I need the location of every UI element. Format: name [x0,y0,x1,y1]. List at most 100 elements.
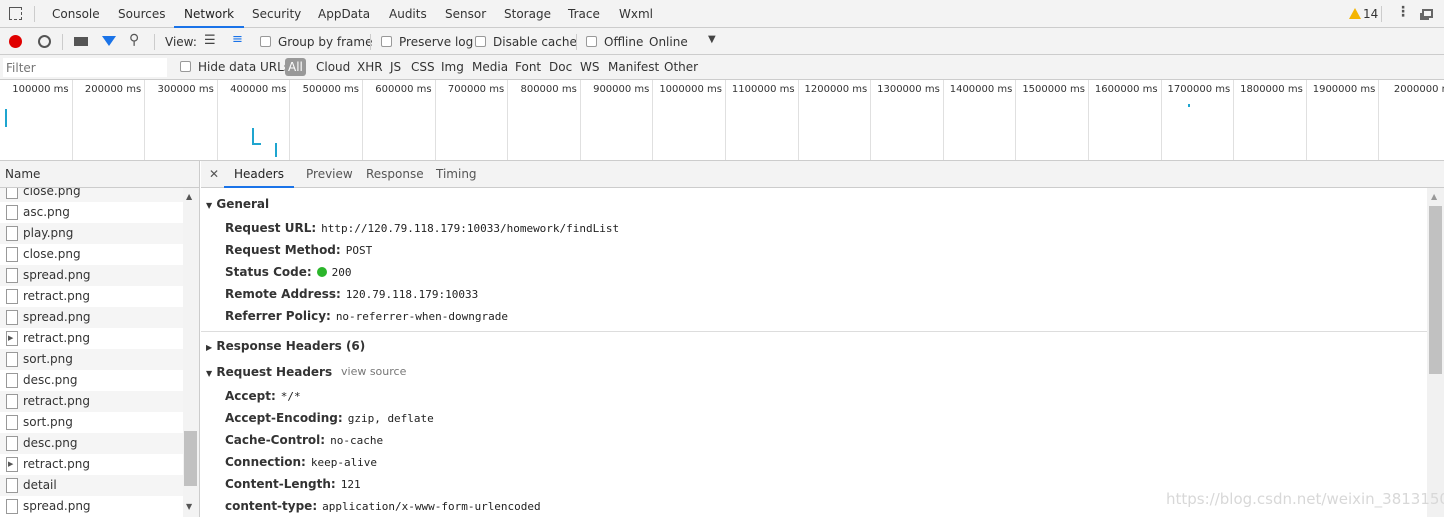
general-section-toggle[interactable]: ▼ General [206,197,269,211]
header-row: Remote Address: 120.79.118.179:10033 [225,287,478,301]
preserve-log-label: Preserve log [399,35,474,49]
type-filter-font[interactable]: Font [515,60,541,74]
timeline-tick-label: 1400000 ms [944,80,1017,160]
tab-storage[interactable]: Storage [504,0,551,28]
inspect-element-icon[interactable] [9,7,22,20]
timeline-tick-label: 1800000 ms [1234,80,1307,160]
large-rows-icon[interactable]: ☰ [204,33,216,48]
preserve-log-checkbox[interactable] [381,36,392,47]
list-scrollbar[interactable]: ▲ ▼ [183,188,199,517]
filter-input[interactable] [3,58,167,77]
request-row[interactable]: desc.png [0,433,183,454]
file-icon [6,436,18,451]
request-row[interactable]: sort.png [0,349,183,370]
divider [201,331,1427,332]
response-headers-toggle[interactable]: ▶ Response Headers (6) [206,339,365,353]
file-icon [6,310,18,325]
type-filter-doc[interactable]: Doc [549,60,572,74]
request-headers-title: Request Headers [216,365,333,379]
record-button[interactable] [9,35,22,48]
detail-tab-headers[interactable]: Headers [224,161,294,188]
header-key: Request Method: [225,243,341,257]
type-filter-manifest[interactable]: Manifest [608,60,659,74]
chevron-down-icon[interactable]: ▼ [708,34,716,45]
tab-security[interactable]: Security [252,0,301,28]
request-row[interactable]: asc.png [0,202,183,223]
detail-scrollbar[interactable]: ▲ [1427,188,1444,517]
type-filter-all[interactable]: All [285,58,306,76]
request-row[interactable]: spread.png [0,496,183,517]
request-detail: ✕ Headers Preview Response Timing ▼ General… [201,161,1444,517]
more-menu-icon[interactable]: ⋮ [1396,4,1410,20]
tab-sources[interactable]: Sources [118,0,165,28]
request-row[interactable]: ▶ retract.png [0,328,183,349]
type-filter-css[interactable]: CSS [411,60,435,74]
header-row: Referrer Policy: no-referrer-when-downgra… [225,309,508,323]
search-icon[interactable]: ⚲ [129,32,139,48]
filter-icon[interactable] [102,36,116,46]
hide-data-urls-checkbox[interactable] [180,61,191,72]
request-row[interactable]: spread.png [0,265,183,286]
warning-icon[interactable] [1349,8,1361,19]
network-overview-timeline[interactable]: 100000 ms 200000 ms 300000 ms 400000 ms 5000… [0,80,1444,161]
name-column-header[interactable]: Name [0,161,199,188]
header-key: Request URL: [225,221,317,235]
request-row[interactable]: close.png [0,188,183,202]
file-icon [6,499,18,514]
type-filter-cloud[interactable]: Cloud [316,60,350,74]
general-title: General [216,197,270,211]
view-source-link[interactable]: view source [341,365,406,378]
throttle-select[interactable]: Online [649,35,688,49]
tab-audits[interactable]: Audits [389,0,427,28]
offline-checkbox[interactable] [586,36,597,47]
detail-tab-response[interactable]: Response [356,161,434,188]
type-filter-xhr[interactable]: XHR [357,60,383,74]
undock-icon[interactable] [1422,9,1433,18]
request-name: play.png [23,226,74,240]
detail-tab-timing[interactable]: Timing [426,161,487,188]
request-row[interactable]: desc.png [0,370,183,391]
request-row[interactable]: retract.png [0,286,183,307]
close-detail-icon[interactable]: ✕ [209,161,219,188]
play-file-icon: ▶ [6,331,18,346]
screenshot-camera-icon[interactable] [74,37,88,46]
tab-console[interactable]: Console [52,0,100,28]
request-row[interactable]: spread.png [0,307,183,328]
type-filter-img[interactable]: Img [441,60,464,74]
detail-tab-preview[interactable]: Preview [296,161,363,188]
group-by-frame-checkbox[interactable] [260,36,271,47]
type-filter-ws[interactable]: WS [580,60,599,74]
request-row[interactable]: sort.png [0,412,183,433]
request-row[interactable]: detail [0,475,183,496]
header-value: no-cache [330,434,384,447]
file-icon [6,478,18,493]
request-name: close.png [23,188,81,198]
disable-cache-checkbox[interactable] [475,36,486,47]
waterfall-icon[interactable]: ≡ [232,32,243,47]
tab-network[interactable]: Network [174,0,245,28]
type-filter-other[interactable]: Other [664,60,698,74]
header-row: content-type: application/x-www-form-urle… [225,499,541,513]
request-row[interactable]: ▶ retract.png [0,454,183,475]
tab-wxml[interactable]: Wxml [619,0,653,28]
tab-sensor[interactable]: Sensor [445,0,486,28]
warning-count[interactable]: 14 [1363,7,1378,21]
scroll-thumb[interactable] [184,431,197,486]
file-icon [6,205,18,220]
header-row: Status Code: 200 [225,265,352,279]
timeline-tick-label: 600000 ms [363,80,436,160]
request-mark [5,109,7,127]
scroll-thumb[interactable] [1429,206,1442,374]
tab-trace[interactable]: Trace [568,0,600,28]
header-row: Request URL: http://120.79.118.179:10033/… [225,221,619,235]
tab-appdata[interactable]: AppData [318,0,370,28]
timeline-tick-label: 400000 ms [218,80,291,160]
clear-icon[interactable] [38,35,51,48]
type-filter-media[interactable]: Media [472,60,508,74]
request-row[interactable]: retract.png [0,391,183,412]
request-name: desc.png [23,373,78,387]
type-filter-js[interactable]: JS [390,60,401,74]
request-row[interactable]: play.png [0,223,183,244]
request-row[interactable]: close.png [0,244,183,265]
request-headers-toggle[interactable]: ▼ Request Headers [206,365,332,379]
